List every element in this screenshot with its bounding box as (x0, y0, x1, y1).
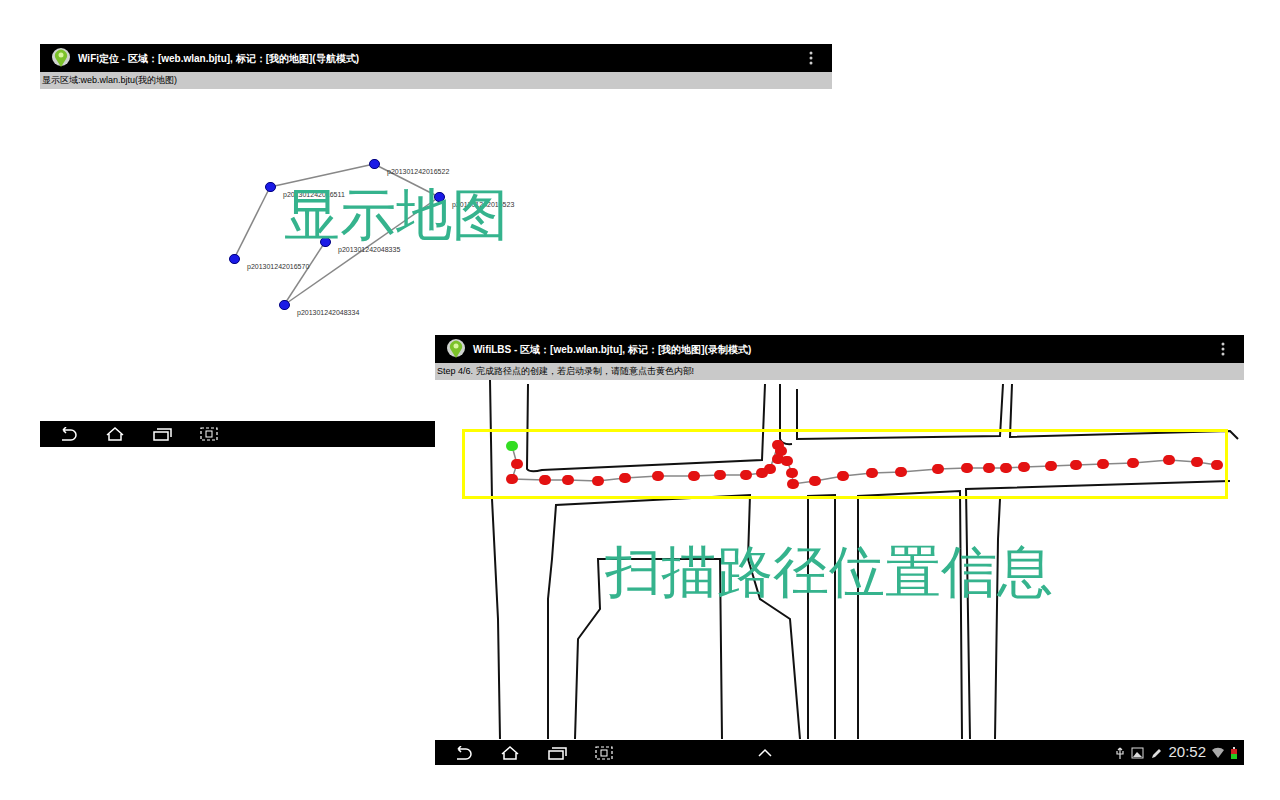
node-label: p201301242048335 (338, 246, 400, 253)
route-point[interactable] (714, 470, 726, 480)
map-node[interactable] (369, 159, 380, 169)
route-start-point[interactable] (506, 441, 518, 451)
sketch-map-canvas[interactable]: 扫描路径位置信息 (435, 380, 1244, 740)
window-title: WiFi定位 - 区域：[web.wlan.bjtu], 标记：[我的地图](导… (78, 51, 802, 66)
window-title: WifiLBS - 区域：[web.wlan.bjtu], 标记：[我的地图](… (473, 342, 1214, 357)
route-point[interactable] (740, 470, 752, 480)
battery-icon[interactable] (1230, 747, 1238, 759)
route-point[interactable] (1127, 458, 1139, 468)
nav-buttons (435, 746, 614, 760)
route-point[interactable] (866, 468, 878, 478)
route-point[interactable] (961, 463, 973, 473)
route-point[interactable] (619, 473, 631, 483)
app-pin-icon[interactable] (50, 47, 72, 69)
route-point[interactable] (1018, 462, 1030, 472)
subtitle-bar: 显示区域:web.wlan.bjtu(我的地图) (40, 72, 832, 89)
route-point[interactable] (506, 474, 518, 484)
map-edge (234, 187, 270, 259)
back-icon[interactable] (453, 746, 473, 760)
route-point[interactable] (562, 475, 574, 485)
route-point[interactable] (1000, 463, 1012, 473)
status-area: 20:52 (1115, 741, 1244, 764)
route-point[interactable] (781, 456, 793, 466)
route-point[interactable] (809, 476, 821, 486)
route-point[interactable] (786, 468, 798, 478)
back-icon[interactable] (58, 427, 78, 441)
app-pin-icon[interactable] (445, 338, 467, 360)
node-label: p201301242016522 (387, 168, 449, 175)
map-node[interactable] (265, 182, 276, 192)
screenshot-icon[interactable] (199, 427, 219, 441)
pen-icon[interactable] (1150, 747, 1162, 759)
route-point[interactable] (539, 475, 551, 485)
recent-apps-icon[interactable] (152, 427, 172, 441)
route-point[interactable] (1163, 455, 1175, 465)
map-node[interactable] (279, 300, 290, 310)
recent-apps-icon[interactable] (547, 746, 567, 760)
recording-screenshot: WifiLBS - 区域：[web.wlan.bjtu], 标记：[我的地图](… (435, 335, 1244, 765)
route-point[interactable] (688, 471, 700, 481)
route-point[interactable] (1191, 457, 1203, 467)
title-bar: WifiLBS - 区域：[web.wlan.bjtu], 标记：[我的地图](… (435, 335, 1244, 363)
overflow-menu-icon[interactable] (808, 51, 814, 65)
route-point[interactable] (764, 464, 776, 474)
expand-caret-icon[interactable] (757, 748, 773, 758)
overlay-caption: 扫描路径位置信息 (605, 544, 1053, 600)
nav-buttons (40, 427, 219, 441)
route-point[interactable] (1211, 460, 1223, 470)
nav-center (614, 748, 1115, 758)
route-point[interactable] (1045, 461, 1057, 471)
recording-area[interactable] (462, 429, 1228, 499)
screenshot-icon[interactable] (594, 746, 614, 760)
route-point[interactable] (787, 479, 799, 489)
route-point[interactable] (1097, 459, 1109, 469)
route-point[interactable] (932, 464, 944, 474)
node-label: p201301242048334 (297, 309, 359, 316)
route-point[interactable] (837, 471, 849, 481)
subtitle-bar: Step 4/6. 完成路径点的创建，若启动录制，请随意点击黄色内部! (435, 363, 1244, 380)
title-bar: WiFi定位 - 区域：[web.wlan.bjtu], 标记：[我的地图](导… (40, 44, 832, 72)
route-point[interactable] (983, 463, 995, 473)
wifi-icon[interactable] (1212, 747, 1224, 759)
map-node[interactable] (229, 254, 240, 264)
overflow-menu-icon[interactable] (1220, 342, 1226, 356)
overlay-caption: 显示地图 (284, 187, 508, 243)
route-point[interactable] (1070, 460, 1082, 470)
node-label: p201301242016570 (247, 263, 309, 270)
route-point[interactable] (592, 476, 604, 486)
home-icon[interactable] (105, 427, 125, 441)
route-point[interactable] (895, 467, 907, 477)
image-icon[interactable] (1131, 747, 1144, 759)
navigation-bar: 20:52 (435, 740, 1244, 765)
home-icon[interactable] (500, 746, 520, 760)
map-edge (270, 164, 374, 187)
map-edge (284, 242, 325, 305)
route-point[interactable] (652, 471, 664, 481)
route-point[interactable] (511, 459, 523, 469)
usb-icon[interactable] (1115, 746, 1125, 760)
clock: 20:52 (1168, 741, 1206, 764)
